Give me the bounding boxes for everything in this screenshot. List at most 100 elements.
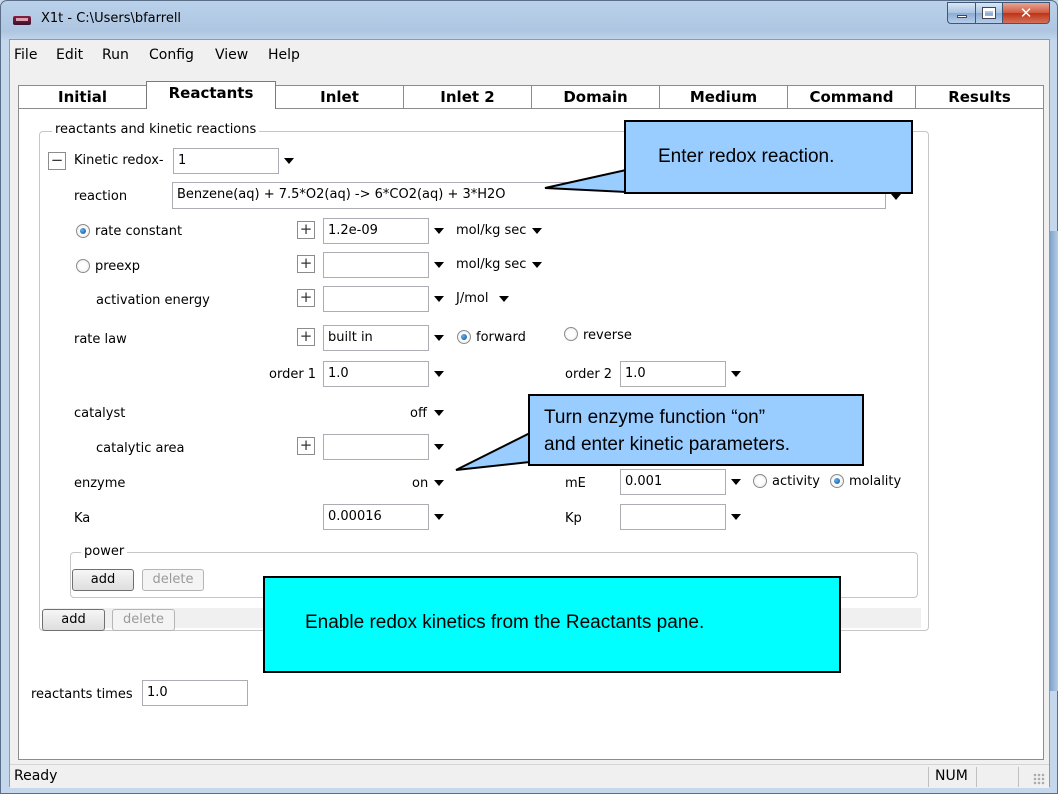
catalyst-value[interactable]: off (410, 406, 427, 421)
catalyst-dropdown-icon[interactable] (434, 410, 444, 416)
kinetic-redox-dropdown-icon[interactable] (284, 158, 294, 164)
order-2-label: order 2 (565, 367, 613, 382)
minimize-button[interactable] (947, 2, 975, 24)
rate-law-label: rate law (74, 332, 127, 347)
activation-energy-field[interactable] (323, 286, 429, 312)
menu-config[interactable]: Config (149, 47, 194, 63)
Ka-label: Ka (74, 511, 91, 526)
title-bar[interactable]: X1t - C:\Users\bfarrell ✕ (1, 1, 1057, 37)
order-2-field[interactable]: 1.0 (620, 361, 726, 387)
redox-callout: Enter redox reaction. (624, 120, 913, 194)
reactants-times-field[interactable]: 1.0 (142, 680, 248, 706)
preexp-field[interactable] (323, 252, 429, 278)
app-icon (13, 16, 31, 25)
menu-run[interactable]: Run (102, 47, 129, 63)
preexp-radio[interactable] (76, 259, 90, 273)
rate-constant-radio[interactable] (76, 224, 90, 238)
enzyme-label: enzyme (74, 476, 126, 491)
activity-radio[interactable] (753, 474, 767, 488)
collapse-button[interactable]: − (48, 152, 66, 170)
kinetics-callout: Enable redox kinetics from the Reactants… (263, 576, 841, 673)
tab-initial[interactable]: Initial (18, 85, 147, 109)
menu-view[interactable]: View (215, 47, 248, 63)
enzyme-value[interactable]: on (412, 476, 428, 491)
enzyme-callout: Turn enzyme function “on” and enter kine… (528, 394, 864, 466)
tab-reactants[interactable]: Reactants (146, 81, 276, 109)
activation-energy-label: activation energy (96, 293, 210, 308)
menu-help[interactable]: Help (268, 47, 300, 63)
catalytic-area-expand-button[interactable]: + (297, 437, 315, 455)
forward-radio[interactable] (457, 330, 471, 344)
forward-label: forward (476, 330, 526, 345)
rate-constant-unit-dropdown-icon[interactable] (532, 228, 542, 234)
num-lock-indicator: NUM (935, 768, 968, 784)
rate-constant-expand-button[interactable]: + (297, 221, 315, 239)
reverse-label: reverse (583, 328, 632, 343)
preexp-expand-button[interactable]: + (297, 255, 315, 273)
reaction-add-button[interactable]: add (42, 609, 105, 631)
menu-edit[interactable]: Edit (56, 47, 83, 63)
rate-constant-dropdown-icon[interactable] (434, 228, 444, 234)
tab-inlet[interactable]: Inlet (275, 85, 404, 109)
activation-energy-unit-dropdown-icon[interactable] (499, 296, 509, 302)
redox-callout-text: Enter redox reaction. (658, 146, 835, 167)
mE-field[interactable]: 0.001 (620, 469, 726, 495)
maximize-button[interactable] (975, 2, 1002, 24)
order-1-dropdown-icon[interactable] (434, 371, 444, 377)
activation-energy-unit[interactable]: J/mol (456, 291, 488, 306)
activation-energy-dropdown-icon[interactable] (434, 296, 444, 302)
order-1-field[interactable]: 1.0 (323, 361, 429, 387)
tab-domain[interactable]: Domain (531, 85, 660, 109)
preexp-unit[interactable]: mol/kg sec (456, 257, 526, 272)
catalyst-label: catalyst (74, 406, 126, 421)
enzyme-dropdown-icon[interactable] (434, 480, 444, 486)
preexp-label: preexp (95, 259, 141, 274)
kinetic-redox-label: Kinetic redox- (74, 153, 164, 168)
tab-inlet-2[interactable]: Inlet 2 (403, 85, 532, 109)
kinetic-redox-field[interactable]: 1 (173, 148, 279, 174)
catalytic-area-field[interactable] (323, 434, 429, 460)
close-icon: ✕ (1019, 4, 1033, 22)
enzyme-callout-line-1: Turn enzyme function “on” (544, 407, 766, 428)
activation-energy-expand-button[interactable]: + (297, 289, 315, 307)
power-delete-button[interactable]: delete (142, 569, 204, 591)
catalytic-area-dropdown-icon[interactable] (434, 444, 444, 450)
molality-radio[interactable] (830, 474, 844, 488)
Kp-label: Kp (565, 511, 582, 526)
preexp-dropdown-icon[interactable] (434, 262, 444, 268)
kinetics-callout-text: Enable redox kinetics from the Reactants… (305, 612, 705, 633)
reaction-dropdown-icon[interactable] (891, 194, 901, 200)
status-divider (928, 767, 929, 787)
rate-constant-label: rate constant (95, 224, 183, 239)
Ka-dropdown-icon[interactable] (434, 514, 444, 520)
rate-constant-field[interactable]: 1.2e-09 (323, 218, 429, 244)
tab-medium[interactable]: Medium (659, 85, 788, 109)
enzyme-callout-text: Turn enzyme function “on” and enter kine… (544, 404, 790, 458)
rate-constant-unit[interactable]: mol/kg sec (456, 223, 526, 238)
activity-label: activity (772, 474, 820, 489)
mE-dropdown-icon[interactable] (731, 479, 741, 485)
reaction-delete-button[interactable]: delete (112, 609, 175, 631)
close-button[interactable]: ✕ (1002, 2, 1050, 24)
rate-law-field[interactable]: built in (323, 325, 429, 351)
window-edge (1050, 231, 1058, 691)
status-text: Ready (14, 768, 58, 784)
menu-file[interactable]: File (14, 47, 37, 63)
order-2-dropdown-icon[interactable] (731, 371, 741, 377)
tab-results[interactable]: Results (915, 85, 1044, 109)
reverse-radio[interactable] (564, 327, 578, 341)
catalytic-area-label: catalytic area (96, 441, 185, 456)
reactants-times-label: reactants times (31, 687, 133, 702)
power-add-button[interactable]: add (72, 569, 134, 591)
resize-grip-icon[interactable] (1033, 773, 1045, 785)
mE-label: mE (565, 476, 586, 491)
maximize-icon (982, 7, 996, 19)
Kp-field[interactable] (620, 504, 726, 530)
rate-law-expand-button[interactable]: + (297, 328, 315, 346)
Ka-field[interactable]: 0.00016 (323, 504, 429, 530)
tab-command[interactable]: Command (787, 85, 916, 109)
rate-law-dropdown-icon[interactable] (434, 335, 444, 341)
preexp-unit-dropdown-icon[interactable] (532, 262, 542, 268)
status-bar: Ready NUM (10, 764, 1049, 788)
Kp-dropdown-icon[interactable] (731, 514, 741, 520)
